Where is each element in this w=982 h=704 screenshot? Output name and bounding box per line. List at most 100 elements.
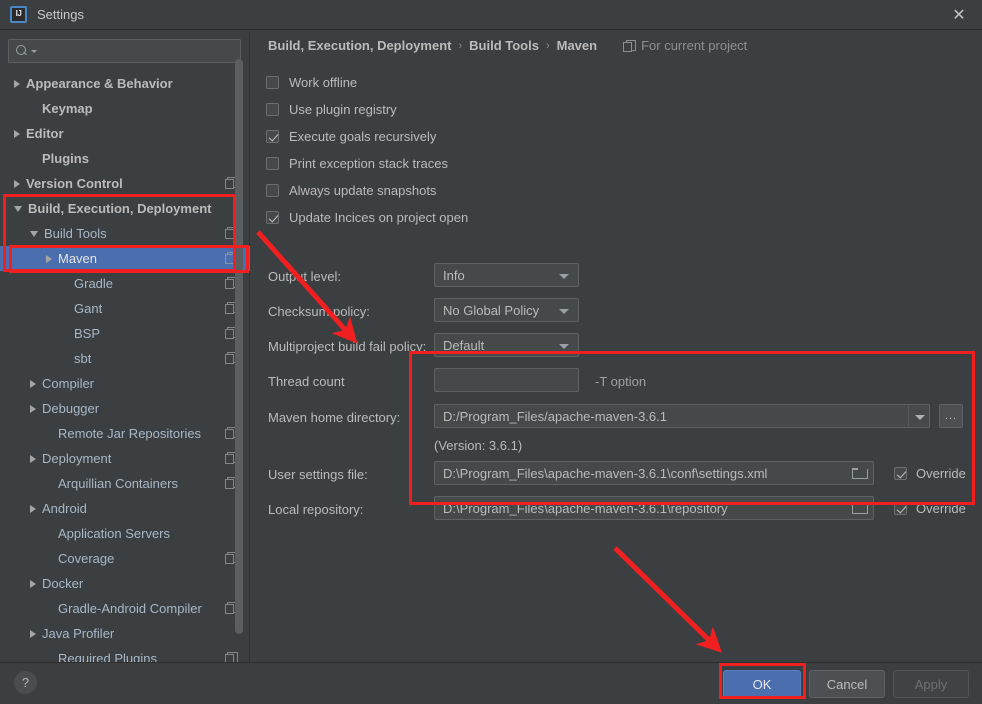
chevron-right-icon[interactable] [30,629,36,638]
breadcrumb-item-0[interactable]: Build, Execution, Deployment [268,38,451,53]
settings-dialog: Settings ✕ Appearance & Behavior Keymap Ed… [0,0,982,704]
maven-home-directory-input[interactable]: D:/Program_Files/apache-maven-3.6.1 [434,404,914,428]
checkbox-label: Update Incices on project open [289,210,469,225]
local-repository-browse-folder-icon[interactable] [852,502,868,514]
sidebar-item-gant[interactable]: Gant [0,296,250,321]
sidebar-item-label: Compiler [42,376,95,391]
chevron-down-icon[interactable] [14,205,22,212]
user-settings-browse-folder-icon[interactable] [852,467,868,479]
sidebar-item-label: Gradle-Android Compiler [58,601,202,616]
checkbox-input[interactable] [266,184,279,197]
local-repository-override-checkbox[interactable] [894,502,907,515]
sidebar-item-deployment[interactable]: Deployment [0,446,250,471]
checkbox-row-execute-goals-recursively[interactable]: Execute goals recursively [266,123,468,150]
checkbox-row-update-incices-on-project-open[interactable]: Update Incices on project open [266,204,468,231]
cancel-button[interactable]: Cancel [809,670,885,698]
sidebar-item-bsp[interactable]: BSP [0,321,250,346]
checkbox-input[interactable] [266,130,279,143]
output-level-select[interactable]: Info [434,263,579,287]
checksum-policy-label: Checksum policy: [268,304,370,319]
chevron-down-icon[interactable] [30,230,38,237]
user-settings-override-checkbox[interactable] [894,467,907,480]
sidebar-item-label: Docker [42,576,84,591]
multiproject-fail-policy-select[interactable]: Default [434,333,579,357]
sidebar-item-android[interactable]: Android [0,496,250,521]
sidebar-item-java-profiler[interactable]: Java Profiler [0,621,250,646]
sidebar-item-coverage[interactable]: Coverage [0,546,250,571]
search-icon [16,44,30,58]
breadcrumb: Build, Execution, Deployment › Build Too… [268,38,747,53]
chevron-right-icon[interactable] [14,179,20,188]
chevron-down-icon [559,344,569,349]
chevron-right-icon[interactable] [30,579,36,588]
sidebar-scrollbar-thumb[interactable] [235,59,243,634]
sidebar-item-build-execution-deployment[interactable]: Build, Execution, Deployment [0,196,250,221]
local-repository-input[interactable]: D:\Program_Files\apache-maven-3.6.1\repo… [434,496,874,520]
chevron-right-icon[interactable] [30,454,36,463]
maven-home-dropdown-button[interactable] [908,404,930,428]
sidebar-item-compiler[interactable]: Compiler [0,371,250,396]
local-repository-override-label: Override [916,501,966,516]
checkbox-row-print-exception-stack-traces[interactable]: Print exception stack traces [266,150,468,177]
search-box[interactable] [8,39,241,63]
chevron-right-icon[interactable] [46,254,52,263]
sidebar-item-build-tools[interactable]: Build Tools [0,221,250,246]
checkbox-label: Print exception stack traces [289,156,448,171]
sidebar-item-editor[interactable]: Editor [0,121,250,146]
chevron-right-icon[interactable] [30,379,36,388]
checkbox-input[interactable] [266,76,279,89]
checkbox-input[interactable] [266,211,279,224]
sidebar-item-version-control[interactable]: Version Control [0,171,250,196]
sidebar-item-gradle-android-compiler[interactable]: Gradle-Android Compiler [0,596,250,621]
chevron-right-icon[interactable] [14,79,20,88]
output-level-label: Output level: [268,269,341,284]
sidebar-item-appearance-behavior[interactable]: Appearance & Behavior [0,71,250,96]
apply-button[interactable]: Apply [893,670,969,698]
chevron-right-icon[interactable] [14,129,20,138]
settings-tree[interactable]: Appearance & Behavior Keymap Editor Plugins… [0,71,250,676]
dialog-footer: ? OK Cancel Apply [0,662,982,704]
title-bar: Settings ✕ [0,0,982,30]
sidebar-item-label: Gant [74,301,103,316]
sidebar-item-plugins[interactable]: Plugins [0,146,250,171]
help-icon[interactable]: ? [14,671,37,694]
chevron-down-icon [559,274,569,279]
checkbox-row-use-plugin-registry[interactable]: Use plugin registry [266,96,468,123]
sidebar-item-application-servers[interactable]: Application Servers [0,521,250,546]
sidebar-item-maven[interactable]: Maven [0,246,250,271]
sidebar-item-sbt[interactable]: sbt [0,346,250,371]
checksum-policy-select[interactable]: No Global Policy [434,298,579,322]
thread-count-input[interactable] [434,368,579,392]
sidebar-item-label: Appearance & Behavior [26,76,173,91]
sidebar-item-arquillian-containers[interactable]: Arquillian Containers [0,471,250,496]
checkbox-label: Execute goals recursively [289,129,437,144]
maven-home-browse-button[interactable]: ... [939,404,963,428]
checkbox-input[interactable] [266,157,279,170]
breadcrumb-item-2[interactable]: Maven [557,38,597,53]
checkbox-input[interactable] [266,103,279,116]
search-input[interactable] [37,43,240,59]
sidebar-item-label: Version Control [26,176,123,191]
sidebar-item-remote-jar-repositories[interactable]: Remote Jar Repositories [0,421,250,446]
user-settings-file-label: User settings file: [268,467,368,482]
sidebar-scrollbar-track[interactable] [235,31,246,636]
sidebar-item-docker[interactable]: Docker [0,571,250,596]
chevron-right-icon[interactable] [30,504,36,513]
sidebar-item-gradle[interactable]: Gradle [0,271,250,296]
checkbox-label: Always update snapshots [289,183,437,198]
ok-button[interactable]: OK [723,670,801,698]
user-settings-file-input[interactable]: D:\Program_Files\apache-maven-3.6.1\conf… [434,461,874,485]
close-icon[interactable]: ✕ [936,0,982,30]
sidebar-item-debugger[interactable]: Debugger [0,396,250,421]
user-settings-override-label: Override [916,466,966,481]
sidebar-item-keymap[interactable]: Keymap [0,96,250,121]
checkbox-row-work-offline[interactable]: Work offline [266,69,468,96]
checkbox-row-always-update-snapshots[interactable]: Always update snapshots [266,177,468,204]
breadcrumb-item-1[interactable]: Build Tools [469,38,539,53]
chevron-right-icon[interactable] [30,404,36,413]
